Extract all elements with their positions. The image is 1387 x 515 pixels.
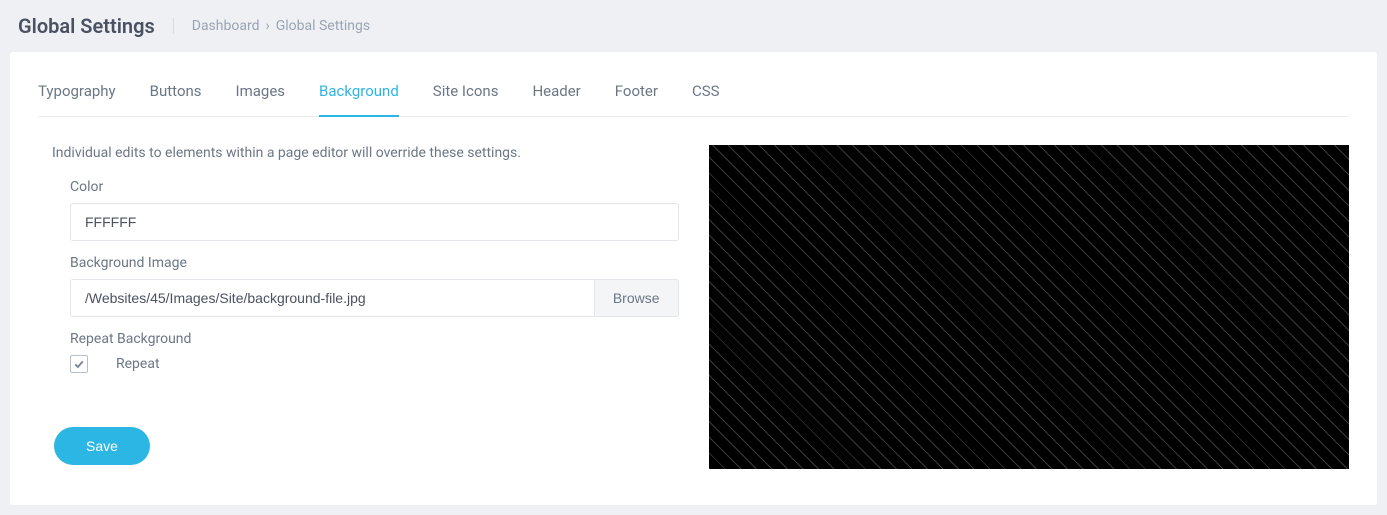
- tab-site-icons[interactable]: Site Icons: [433, 76, 499, 116]
- settings-panel: Typography Buttons Images Background Sit…: [10, 52, 1377, 505]
- tab-content: Individual edits to elements within a pa…: [38, 117, 1349, 469]
- tab-images[interactable]: Images: [236, 76, 286, 116]
- repeat-row: Repeat: [70, 355, 679, 373]
- breadcrumb-root[interactable]: Dashboard: [192, 18, 260, 34]
- bgimage-input-group: Browse: [70, 279, 679, 317]
- repeat-group: Repeat Background Repeat: [70, 331, 679, 373]
- background-preview: [709, 145, 1350, 469]
- override-note: Individual edits to elements within a pa…: [38, 145, 679, 161]
- tab-typography[interactable]: Typography: [38, 76, 116, 116]
- tab-footer[interactable]: Footer: [615, 76, 658, 116]
- color-label: Color: [70, 179, 679, 195]
- breadcrumb-separator-icon: ›: [265, 18, 269, 34]
- breadcrumb-current: Global Settings: [276, 18, 370, 34]
- browse-button[interactable]: Browse: [594, 279, 679, 317]
- page-title: Global Settings: [18, 14, 173, 38]
- repeat-checkbox-label: Repeat: [116, 356, 160, 372]
- bgimage-label: Background Image: [70, 255, 679, 271]
- color-input[interactable]: [70, 203, 679, 241]
- repeat-checkbox[interactable]: [70, 355, 88, 373]
- form-column: Individual edits to elements within a pa…: [38, 145, 679, 469]
- save-button[interactable]: Save: [54, 427, 150, 465]
- bgimage-group: Background Image Browse: [70, 255, 679, 317]
- tab-background[interactable]: Background: [319, 76, 399, 116]
- color-group: Color: [70, 179, 679, 241]
- tab-header[interactable]: Header: [532, 76, 580, 116]
- tabs: Typography Buttons Images Background Sit…: [38, 76, 1349, 117]
- tab-css[interactable]: CSS: [692, 76, 720, 116]
- tab-buttons[interactable]: Buttons: [150, 76, 202, 116]
- page-header: Global Settings Dashboard › Global Setti…: [0, 0, 1387, 52]
- breadcrumb: Dashboard › Global Settings: [173, 18, 370, 34]
- checkmark-icon: [73, 358, 85, 370]
- bgimage-input[interactable]: [70, 279, 594, 317]
- repeat-section-label: Repeat Background: [70, 331, 679, 347]
